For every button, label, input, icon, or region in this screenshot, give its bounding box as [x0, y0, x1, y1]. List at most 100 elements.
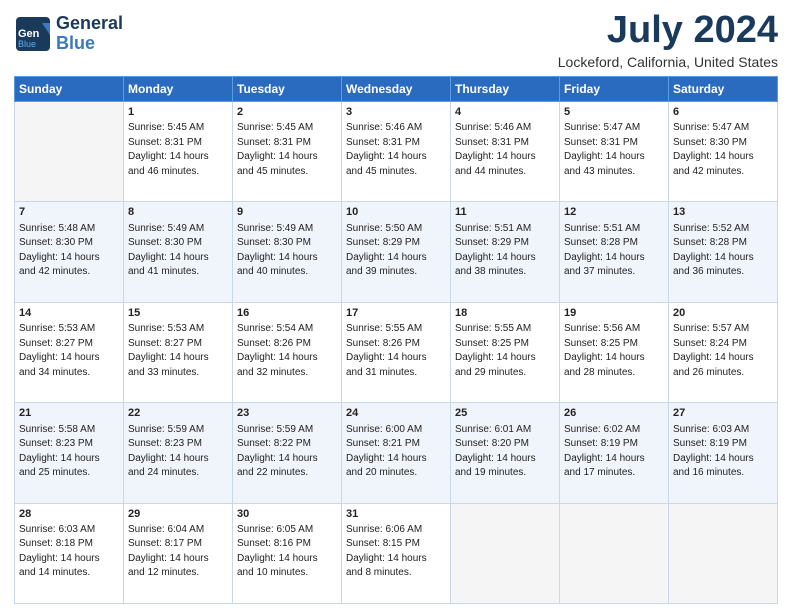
- cell-line: Sunset: 8:23 PM: [19, 437, 119, 452]
- cell-info: Sunrise: 5:45 AMSunset: 8:31 PMDaylight:…: [237, 121, 337, 179]
- cell-info: Sunrise: 5:49 AMSunset: 8:30 PMDaylight:…: [237, 222, 337, 280]
- day-number: 14: [19, 306, 119, 321]
- calendar-cell: [560, 503, 669, 603]
- calendar-cell: 12Sunrise: 5:51 AMSunset: 8:28 PMDayligh…: [560, 202, 669, 302]
- cell-line: Daylight: 14 hours: [346, 351, 446, 366]
- day-number: 27: [673, 406, 773, 421]
- cell-line: Sunrise: 5:51 AM: [455, 222, 555, 237]
- cell-line: and 37 minutes.: [564, 265, 664, 280]
- cell-info: Sunrise: 5:58 AMSunset: 8:23 PMDaylight:…: [19, 423, 119, 481]
- calendar-cell: 31Sunrise: 6:06 AMSunset: 8:15 PMDayligh…: [342, 503, 451, 603]
- calendar-cell: 11Sunrise: 5:51 AMSunset: 8:29 PMDayligh…: [451, 202, 560, 302]
- logo-text: General Blue: [56, 14, 123, 54]
- cell-info: Sunrise: 5:49 AMSunset: 8:30 PMDaylight:…: [128, 222, 228, 280]
- cell-line: Daylight: 14 hours: [19, 251, 119, 266]
- day-number: 3: [346, 105, 446, 120]
- logo-line1: General: [56, 14, 123, 34]
- calendar-cell: 26Sunrise: 6:02 AMSunset: 8:19 PMDayligh…: [560, 403, 669, 503]
- cell-line: Sunset: 8:31 PM: [346, 136, 446, 151]
- cell-line: Sunrise: 5:55 AM: [455, 322, 555, 337]
- cell-info: Sunrise: 6:02 AMSunset: 8:19 PMDaylight:…: [564, 423, 664, 481]
- cell-line: and 40 minutes.: [237, 265, 337, 280]
- cell-line: and 14 minutes.: [19, 566, 119, 581]
- cell-line: Sunset: 8:28 PM: [673, 236, 773, 251]
- cell-line: Daylight: 14 hours: [128, 552, 228, 567]
- cell-line: Sunset: 8:31 PM: [564, 136, 664, 151]
- calendar-cell: 30Sunrise: 6:05 AMSunset: 8:16 PMDayligh…: [233, 503, 342, 603]
- cell-line: Sunrise: 5:48 AM: [19, 222, 119, 237]
- cell-line: and 8 minutes.: [346, 566, 446, 581]
- cell-info: Sunrise: 5:54 AMSunset: 8:26 PMDaylight:…: [237, 322, 337, 380]
- header-day-sunday: Sunday: [15, 76, 124, 101]
- day-number: 30: [237, 507, 337, 522]
- cell-line: Sunrise: 5:55 AM: [346, 322, 446, 337]
- day-number: 15: [128, 306, 228, 321]
- calendar-cell: 10Sunrise: 5:50 AMSunset: 8:29 PMDayligh…: [342, 202, 451, 302]
- cell-info: Sunrise: 5:47 AMSunset: 8:31 PMDaylight:…: [564, 121, 664, 179]
- cell-line: Sunset: 8:28 PM: [564, 236, 664, 251]
- cell-line: Sunset: 8:19 PM: [673, 437, 773, 452]
- cell-line: Sunrise: 6:01 AM: [455, 423, 555, 438]
- title-block: July 2024 Lockeford, California, United …: [558, 10, 778, 70]
- day-number: 31: [346, 507, 446, 522]
- cell-line: Sunrise: 5:53 AM: [19, 322, 119, 337]
- cell-line: Sunset: 8:24 PM: [673, 337, 773, 352]
- cell-info: Sunrise: 6:03 AMSunset: 8:18 PMDaylight:…: [19, 523, 119, 581]
- cell-line: and 25 minutes.: [19, 466, 119, 481]
- day-number: 24: [346, 406, 446, 421]
- cell-line: Sunrise: 5:58 AM: [19, 423, 119, 438]
- cell-info: Sunrise: 5:51 AMSunset: 8:29 PMDaylight:…: [455, 222, 555, 280]
- cell-line: Sunset: 8:30 PM: [673, 136, 773, 151]
- calendar-cell: 20Sunrise: 5:57 AMSunset: 8:24 PMDayligh…: [669, 302, 778, 402]
- cell-info: Sunrise: 5:52 AMSunset: 8:28 PMDaylight:…: [673, 222, 773, 280]
- cell-line: Sunset: 8:18 PM: [19, 537, 119, 552]
- svg-text:Blue: Blue: [18, 39, 36, 49]
- day-number: 13: [673, 205, 773, 220]
- cell-line: Sunrise: 6:04 AM: [128, 523, 228, 538]
- header-day-monday: Monday: [124, 76, 233, 101]
- cell-line: Daylight: 14 hours: [564, 351, 664, 366]
- cell-line: Daylight: 14 hours: [673, 150, 773, 165]
- cell-line: and 17 minutes.: [564, 466, 664, 481]
- header-day-tuesday: Tuesday: [233, 76, 342, 101]
- logo-icon: Gen Blue: [14, 15, 52, 53]
- header-row: SundayMondayTuesdayWednesdayThursdayFrid…: [15, 76, 778, 101]
- calendar-cell: 2Sunrise: 5:45 AMSunset: 8:31 PMDaylight…: [233, 101, 342, 201]
- cell-line: Daylight: 14 hours: [564, 150, 664, 165]
- cell-line: Sunrise: 5:47 AM: [564, 121, 664, 136]
- cell-info: Sunrise: 5:46 AMSunset: 8:31 PMDaylight:…: [346, 121, 446, 179]
- cell-line: Sunset: 8:31 PM: [237, 136, 337, 151]
- cell-line: Sunrise: 6:02 AM: [564, 423, 664, 438]
- cell-line: and 28 minutes.: [564, 366, 664, 381]
- day-number: 16: [237, 306, 337, 321]
- day-number: 17: [346, 306, 446, 321]
- day-number: 4: [455, 105, 555, 120]
- cell-info: Sunrise: 5:51 AMSunset: 8:28 PMDaylight:…: [564, 222, 664, 280]
- cell-line: and 44 minutes.: [455, 165, 555, 180]
- cell-line: and 33 minutes.: [128, 366, 228, 381]
- cell-line: Sunset: 8:21 PM: [346, 437, 446, 452]
- cell-line: Sunrise: 5:53 AM: [128, 322, 228, 337]
- cell-line: Sunrise: 5:50 AM: [346, 222, 446, 237]
- cell-line: Sunrise: 5:46 AM: [346, 121, 446, 136]
- calendar-cell: 14Sunrise: 5:53 AMSunset: 8:27 PMDayligh…: [15, 302, 124, 402]
- cell-line: Daylight: 14 hours: [237, 150, 337, 165]
- cell-line: Sunrise: 6:00 AM: [346, 423, 446, 438]
- cell-line: Sunset: 8:29 PM: [346, 236, 446, 251]
- cell-line: Sunrise: 5:54 AM: [237, 322, 337, 337]
- cell-line: and 12 minutes.: [128, 566, 228, 581]
- day-number: 29: [128, 507, 228, 522]
- cell-line: Sunrise: 5:56 AM: [564, 322, 664, 337]
- cell-line: Daylight: 14 hours: [237, 351, 337, 366]
- week-row-2: 7Sunrise: 5:48 AMSunset: 8:30 PMDaylight…: [15, 202, 778, 302]
- cell-line: Daylight: 14 hours: [128, 351, 228, 366]
- cell-line: Sunset: 8:25 PM: [455, 337, 555, 352]
- logo-line2: Blue: [56, 33, 95, 53]
- cell-line: Sunrise: 5:49 AM: [128, 222, 228, 237]
- cell-line: Sunrise: 6:03 AM: [19, 523, 119, 538]
- week-row-4: 21Sunrise: 5:58 AMSunset: 8:23 PMDayligh…: [15, 403, 778, 503]
- day-number: 22: [128, 406, 228, 421]
- header-day-friday: Friday: [560, 76, 669, 101]
- cell-info: Sunrise: 6:04 AMSunset: 8:17 PMDaylight:…: [128, 523, 228, 581]
- cell-line: and 41 minutes.: [128, 265, 228, 280]
